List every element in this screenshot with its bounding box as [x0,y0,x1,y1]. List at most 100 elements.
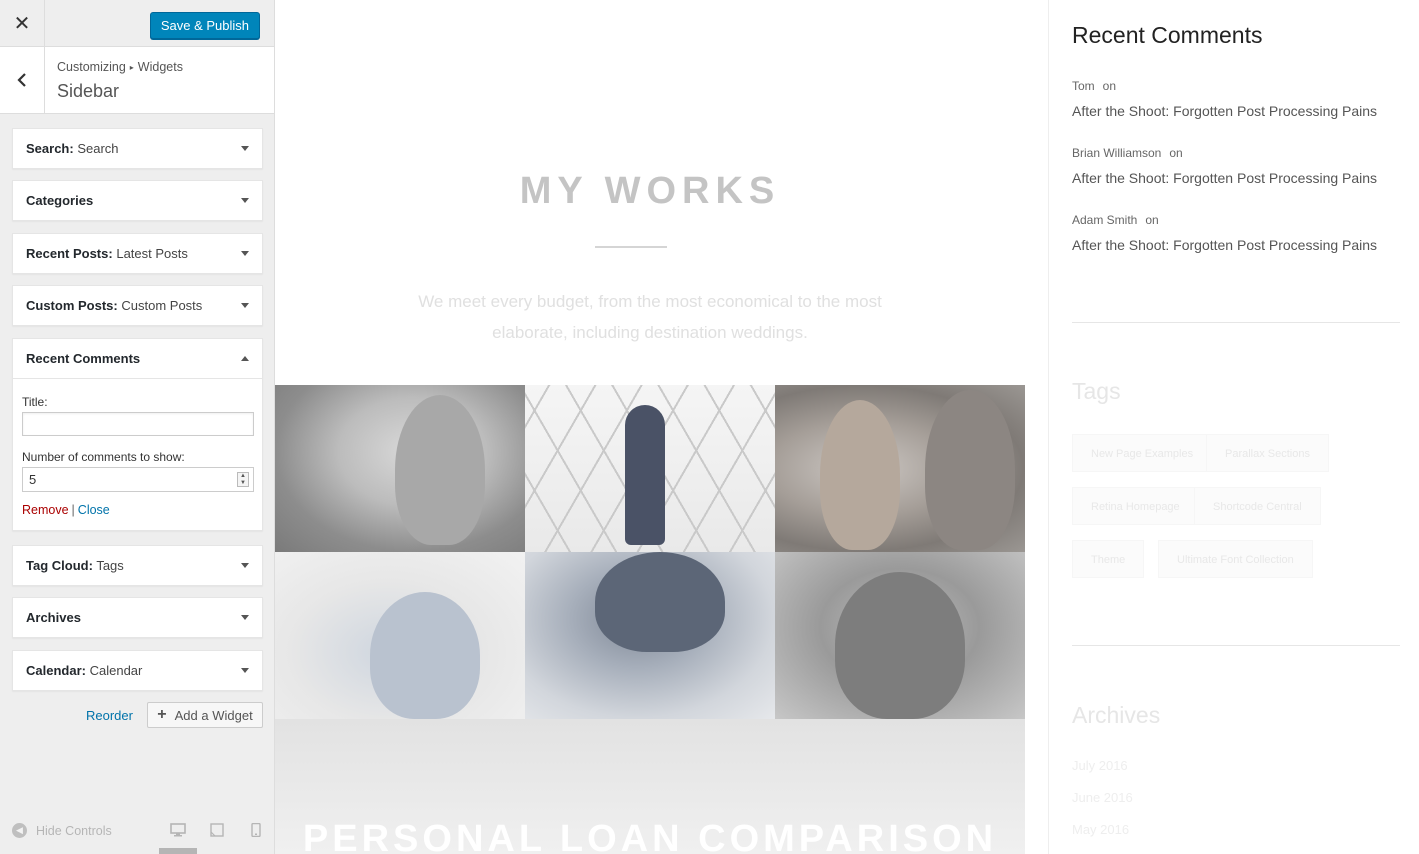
portfolio-photo[interactable] [275,552,525,719]
photo-figure [370,592,480,719]
customizer-panel: ✕ Save & Publish Customizing ▸ Widgets Sid… [0,0,275,854]
widget-categories[interactable]: Categories [12,180,263,221]
widget-header[interactable]: Recent Comments [13,339,262,378]
portfolio-grid [275,385,1025,719]
widget-title: Recent Comments [26,351,141,366]
back-button[interactable] [0,47,45,113]
archive-link[interactable]: May 2016 [1072,822,1129,837]
widget-custom-posts[interactable]: Custom Posts: Custom Posts [12,285,263,326]
comment-post-link[interactable]: After the Shoot: Forgotten Post Processi… [1072,103,1377,119]
widget-calendar[interactable]: Calendar: Calendar [12,650,263,691]
expand-arrow-icon[interactable] [241,198,249,203]
widget-header[interactable]: Recent Posts: Latest Posts [13,234,262,273]
tag-item[interactable]: Ultimate Font Collection [1158,540,1313,578]
archives-heading: Archives [1072,702,1161,728]
widget-header[interactable]: Tag Cloud: Tags [13,546,262,585]
expand-arrow-icon[interactable] [241,251,249,256]
section-title: Sidebar [57,81,120,101]
title-label: Title: [22,395,48,409]
widget-header[interactable]: Custom Posts: Custom Posts [13,286,262,325]
add-widget-button[interactable]: + Add a Widget [147,702,263,728]
customizer-screen: ✕ Save & Publish Customizing ▸ Widgets Sid… [0,0,1419,854]
works-heading: MY WORKS [519,170,781,212]
panel-header: ✕ Save & Publish [0,0,274,47]
widget-header[interactable]: Archives [13,598,262,637]
close-customizer-button[interactable]: ✕ [0,0,45,47]
number-spinner[interactable]: ▲ ▼ [237,472,249,487]
save-publish-button[interactable]: Save & Publish [149,12,260,39]
works-description: We meet every budget, from the most econ… [418,292,882,342]
comment-author[interactable]: Brian Williamson [1072,146,1161,160]
tag-item[interactable]: Shortcode Central [1194,487,1321,525]
widget-title: Calendar: Calendar [26,663,143,678]
remove-link[interactable]: Remove [22,503,69,517]
widget-recent-comments[interactable]: Recent Comments Title: Number of comment… [12,338,263,531]
archive-link[interactable]: June 2016 [1072,790,1133,805]
count-label: Number of comments to show: [22,450,185,464]
expand-arrow-icon[interactable] [241,563,249,568]
close-icon: ✕ [13,13,31,35]
title-input[interactable] [22,412,254,436]
panel-footer: ◀ Hide Controls [0,810,274,854]
site-preview: MY WORKS We meet every budget, from the … [275,0,1419,854]
close-link[interactable]: Close [78,503,110,517]
comment-item: Adam Smith on After the Shoot: Forgotten … [1072,213,1377,253]
expand-arrow-icon[interactable] [241,615,249,620]
sidebar-divider [1072,645,1400,646]
comment-post-link[interactable]: After the Shoot: Forgotten Post Processi… [1072,237,1377,253]
preview-sidebar: Recent Comments Tom on After the Shoot: F… [1048,0,1419,854]
portfolio-photo[interactable] [525,385,775,552]
portfolio-photo[interactable] [525,552,775,719]
collapse-arrow-icon[interactable] [241,356,249,361]
sidebar-divider [1072,322,1400,323]
count-number-input[interactable]: 5 ▲ ▼ [22,467,254,492]
loan-heading: PERSONAL LOAN COMPARISON [302,818,998,854]
tag-item[interactable]: Theme [1072,540,1145,578]
breadcrumb-item: Customizing [57,60,126,74]
widget-title: Categories [26,193,94,208]
heading-divider [595,246,667,248]
count-value: 5 [29,472,37,487]
tag-item[interactable]: New Page Examples [1072,434,1213,472]
portfolio-photo[interactable] [275,385,525,552]
widget-title: Search: Search [26,141,119,156]
photo-figure [395,395,485,545]
reorder-link[interactable]: Reorder [86,708,133,723]
plus-icon: + [157,706,167,723]
breadcrumb: Customizing ▸ Widgets [57,60,183,74]
widget-header[interactable]: Calendar: Calendar [13,651,262,690]
photo-figure [595,552,725,652]
breadcrumb-separator: ▸ [129,63,134,72]
widget-archives[interactable]: Archives [12,597,263,638]
mobile-preview-icon[interactable] [248,823,264,837]
portfolio-photo[interactable] [775,552,1025,719]
widget-header[interactable]: Search: Search [13,129,262,168]
expand-arrow-icon[interactable] [241,668,249,673]
add-widget-label: Add a Widget [174,707,253,723]
active-device-indicator [159,848,197,854]
widget-recent-posts[interactable]: Recent Posts: Latest Posts [12,233,263,274]
widget-header[interactable]: Categories [13,181,262,220]
tag-item[interactable]: Retina Homepage [1072,487,1199,525]
breadcrumb-item: Widgets [137,60,183,74]
widget-search[interactable]: Search: Search [12,128,263,169]
comment-on: on [1102,79,1117,93]
widget-title: Archives [26,610,81,625]
chevron-left-icon [17,73,26,87]
widget-tag-cloud[interactable]: Tag Cloud: Tags [12,545,263,586]
archive-link[interactable]: July 2016 [1072,758,1128,773]
comment-post-link[interactable]: After the Shoot: Forgotten Post Processi… [1072,170,1377,186]
tags-heading: Tags [1072,378,1121,404]
widget-actions: Remove | Close [22,503,253,517]
portfolio-photo[interactable] [775,385,1025,552]
section-header: Customizing ▸ Widgets Sidebar [0,47,274,114]
comment-item: Tom on After the Shoot: Forgotten Post Pr… [1072,79,1377,119]
tablet-preview-icon[interactable] [209,823,225,837]
desktop-preview-icon[interactable] [170,823,186,837]
comment-author[interactable]: Tom [1072,79,1095,93]
expand-arrow-icon[interactable] [241,303,249,308]
comment-author[interactable]: Adam Smith [1072,213,1137,227]
hide-controls-button[interactable]: ◀ Hide Controls [12,823,112,838]
tag-item[interactable]: Parallax Sections [1206,434,1329,472]
expand-arrow-icon[interactable] [241,146,249,151]
